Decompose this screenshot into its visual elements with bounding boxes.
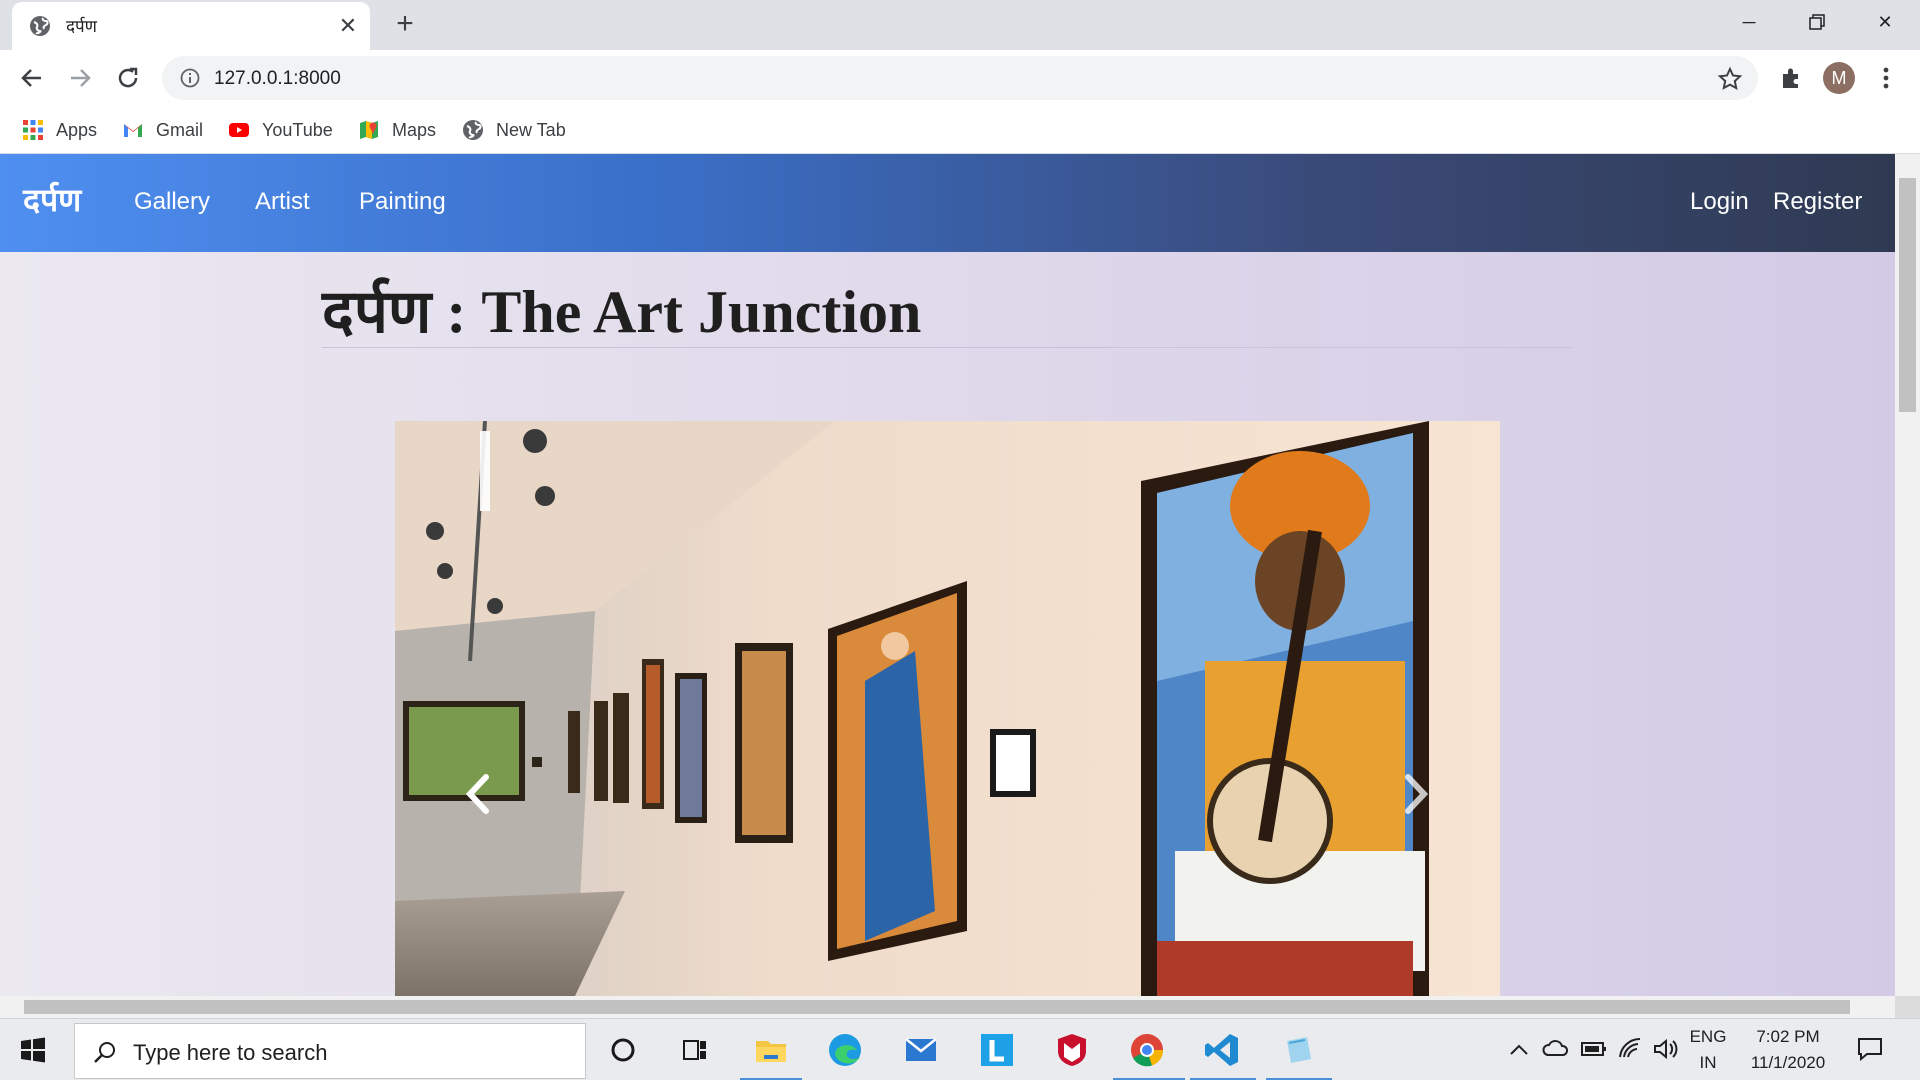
mail-icon[interactable] <box>902 1031 940 1069</box>
scrollbar-corner <box>1895 996 1920 1018</box>
apps-grid-icon <box>23 120 43 140</box>
notepad-icon[interactable] <box>1279 1031 1317 1069</box>
new-tab-button[interactable]: + <box>390 9 420 40</box>
image-carousel[interactable] <box>395 421 1500 996</box>
volume-icon[interactable] <box>1652 1037 1678 1061</box>
tab-title: दर्पण <box>66 17 97 37</box>
browser-tab-strip: दर्पण ✕ + ─ ✕ <box>0 0 1920 50</box>
title-devanagari: दर्पण <box>322 277 432 347</box>
notification-icon[interactable] <box>1856 1035 1884 1063</box>
forward-arrow-icon[interactable] <box>64 62 96 94</box>
bookmark-label: Maps <box>392 119 437 140</box>
bookmark-youtube[interactable]: YouTube <box>228 116 333 144</box>
wifi-icon[interactable] <box>1618 1037 1644 1061</box>
maps-icon <box>360 121 378 139</box>
browser-tab[interactable]: दर्पण ✕ <box>12 2 370 50</box>
bookmark-label: Gmail <box>156 119 204 140</box>
chevron-up-icon[interactable] <box>1508 1041 1530 1059</box>
close-window-icon[interactable]: ✕ <box>1862 6 1908 38</box>
taskbar-search-box[interactable]: Type here to search <box>74 1023 586 1079</box>
bookmark-new-tab[interactable]: New Tab <box>462 116 566 144</box>
bookmark-apps[interactable]: Apps <box>22 116 97 144</box>
vertical-scroll-thumb[interactable] <box>1899 178 1916 412</box>
region-indicator[interactable]: IN <box>1686 1053 1730 1073</box>
globe-icon <box>30 16 50 36</box>
gmail-icon <box>124 124 142 137</box>
chevron-right-icon[interactable] <box>1398 769 1434 819</box>
browser-toolbar: 127.0.0.1:8000 M <box>0 50 1920 106</box>
address-bar[interactable]: 127.0.0.1:8000 <box>162 56 1758 100</box>
bookmarks-bar: Apps Gmail YouTube Maps New Tab <box>0 106 1920 154</box>
title-separator: : <box>431 279 482 345</box>
extensions-puzzle-icon[interactable] <box>1777 64 1805 92</box>
site-brand[interactable]: दर्पण <box>23 178 81 221</box>
minimize-icon[interactable]: ─ <box>1726 6 1772 38</box>
page-title: दर्पण : The Art Junction <box>322 268 921 350</box>
url-text: 127.0.0.1:8000 <box>214 68 341 89</box>
bookmark-label: Apps <box>56 119 98 140</box>
learning-app-icon[interactable] <box>978 1031 1016 1069</box>
title-divider <box>322 347 1572 348</box>
edge-browser-icon[interactable] <box>826 1031 864 1069</box>
battery-icon[interactable] <box>1580 1039 1608 1059</box>
close-tab-icon[interactable]: ✕ <box>337 15 359 37</box>
language-indicator[interactable]: ENG <box>1686 1027 1730 1047</box>
clock-date[interactable]: 11/1/2020 <box>1740 1053 1836 1073</box>
nav-gallery[interactable]: Gallery <box>134 188 210 216</box>
nav-login[interactable]: Login <box>1690 188 1749 216</box>
nav-register[interactable]: Register <box>1773 188 1862 216</box>
gallery-photo <box>395 421 1500 996</box>
globe-icon <box>463 120 483 140</box>
clock-time[interactable]: 7:02 PM <box>1740 1027 1836 1047</box>
vscode-icon[interactable] <box>1203 1031 1241 1069</box>
bookmark-label: New Tab <box>496 119 566 140</box>
back-arrow-icon[interactable] <box>16 62 48 94</box>
bookmark-label: YouTube <box>262 119 333 140</box>
cortana-icon[interactable] <box>604 1031 642 1069</box>
nav-painting[interactable]: Painting <box>359 188 446 216</box>
windows-taskbar: Type here to search ENG IN 7:02 PM 11/1/… <box>0 1018 1920 1080</box>
nav-artist[interactable]: Artist <box>255 188 310 216</box>
windows-start-icon[interactable] <box>20 1037 46 1063</box>
more-menu-icon[interactable] <box>1876 64 1896 92</box>
site-info-icon[interactable] <box>180 68 200 88</box>
horizontal-scroll-thumb[interactable] <box>24 1000 1850 1014</box>
bookmark-gmail[interactable]: Gmail <box>122 116 203 144</box>
bookmark-maps[interactable]: Maps <box>358 116 436 144</box>
reload-icon[interactable] <box>112 62 144 94</box>
chrome-icon[interactable] <box>1128 1031 1166 1069</box>
task-view-icon[interactable] <box>676 1031 714 1069</box>
vertical-scrollbar[interactable] <box>1895 154 1920 996</box>
search-icon <box>94 1042 115 1063</box>
restore-icon[interactable] <box>1794 6 1840 38</box>
mcafee-icon[interactable] <box>1053 1031 1091 1069</box>
site-navbar: दर्पण Gallery Artist Painting Login Regi… <box>0 154 1895 252</box>
horizontal-scrollbar[interactable] <box>0 996 1895 1018</box>
profile-avatar[interactable]: M <box>1823 62 1855 94</box>
file-explorer-icon[interactable] <box>752 1031 790 1069</box>
chevron-left-icon[interactable] <box>460 769 496 819</box>
page-viewport: दर्पण Gallery Artist Painting Login Regi… <box>0 154 1895 996</box>
search-placeholder: Type here to search <box>133 1040 328 1065</box>
youtube-icon <box>229 123 249 137</box>
title-english: The Art Junction <box>481 279 922 345</box>
onedrive-cloud-icon[interactable] <box>1542 1037 1570 1061</box>
bookmark-star-icon[interactable] <box>1717 66 1743 92</box>
